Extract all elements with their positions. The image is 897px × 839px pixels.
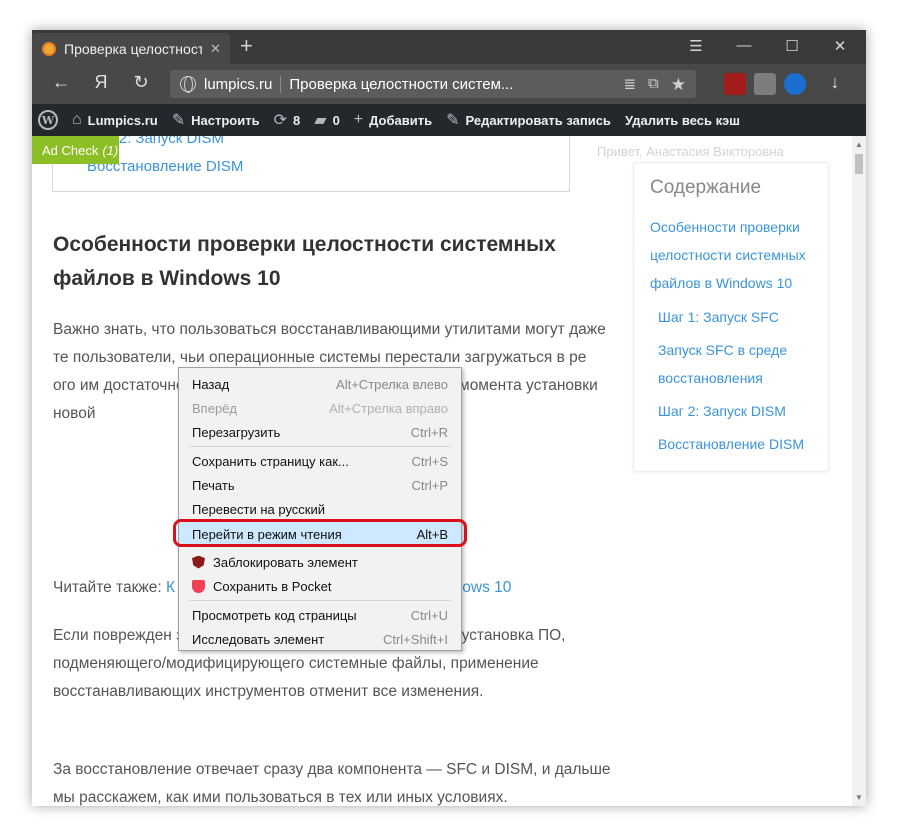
menu-item-print-label: Печать	[192, 477, 235, 493]
menu-item-reload-label: Перезагрузить	[192, 424, 281, 440]
menu-item-forward-label: Вперёд	[192, 400, 237, 416]
sidebar-toc-main-link[interactable]: Особенности проверки целостности системн…	[650, 213, 820, 297]
translate-icon[interactable]: ⧉	[648, 75, 659, 95]
page-scrollbar[interactable]: ▲ ▼	[852, 136, 866, 806]
navigation-bar: ← Я ↻ lumpics.ru Проверка целостности си…	[32, 64, 866, 104]
sidebar-toc: Содержание Особенности проверки целостно…	[633, 162, 829, 472]
menu-separator	[189, 446, 451, 447]
tab-title: Проверка целостности системных	[64, 40, 202, 57]
new-tab-button[interactable]: +	[240, 35, 253, 57]
wp-edit-link[interactable]: ✎ Редактировать запись	[446, 110, 611, 130]
updates-icon: ⟳	[273, 112, 288, 129]
ad-check-label: Ad Check	[42, 142, 99, 158]
menu-item-inspect-label: Исследовать элемент	[192, 631, 325, 647]
back-arrow-icon[interactable]: ←	[48, 72, 74, 93]
scroll-down-icon[interactable]: ▼	[855, 793, 863, 802]
menu-item-forward-shortcut: Alt+Стрелка вправо	[329, 400, 448, 416]
menu-item-save-pocket[interactable]: Сохранить в Pocket	[179, 574, 461, 598]
close-window-icon[interactable]: ✕	[828, 37, 852, 55]
highlight-annotation-ring	[173, 519, 467, 547]
wp-edit-label: Редактировать запись	[465, 112, 611, 128]
maximize-icon[interactable]: ☐	[780, 37, 804, 55]
active-tab[interactable]: Проверка целостности системных ✕	[32, 33, 230, 64]
vpn-extension-icon[interactable]	[784, 73, 806, 95]
menu-item-view-source-shortcut: Ctrl+U	[410, 607, 448, 623]
wp-updates-link[interactable]: ⟳ 8	[274, 110, 301, 130]
sidebar-toc-title: Содержание	[650, 177, 762, 198]
wordpress-logo-icon[interactable]: W	[38, 110, 58, 130]
menu-item-inspect[interactable]: Исследовать элемент Ctrl+Shift+I	[179, 627, 461, 651]
menu-item-block-label: Заблокировать элемент	[213, 554, 358, 570]
sidebar-toc-link-restore-dism[interactable]: Восстановление DISM	[658, 430, 818, 458]
bookmark-star-icon[interactable]: ★	[671, 75, 686, 95]
ad-check-count: (1)	[102, 142, 119, 158]
article-paragraph-4: За восстановление отвечает сразу два ком…	[53, 761, 611, 806]
wp-updates-count: 8	[293, 112, 301, 128]
home-icon: ⌂	[72, 111, 82, 128]
context-menu: Назад Alt+Стрелка влево Вперёд Alt+Стрелка…	[178, 367, 462, 651]
menu-item-save-label: Сохранить страницу как...	[192, 453, 349, 469]
menu-item-pocket-label: Сохранить в Pocket	[213, 578, 332, 594]
downloads-icon[interactable]: ↓	[822, 72, 848, 93]
plus-icon: +	[353, 111, 364, 128]
menu-item-reload[interactable]: Перезагрузить Ctrl+R	[179, 420, 461, 444]
address-bar[interactable]: lumpics.ru Проверка целостности систем..…	[170, 70, 696, 98]
address-page-title: Проверка целостности систем...	[289, 75, 514, 93]
sidebar-toc-link-sfc-recovery[interactable]: Запуск SFC в среде восстановления	[658, 336, 818, 392]
pocket-icon	[192, 579, 205, 593]
ad-check-badge[interactable]: Ad Check (1)	[32, 136, 119, 164]
menu-item-save-shortcut: Ctrl+S	[411, 453, 448, 469]
comment-icon: ▰	[314, 112, 327, 129]
sidebar-toc-link-dism[interactable]: Шаг 2: Запуск DISM	[658, 397, 818, 425]
globe-icon	[180, 76, 196, 93]
menu-item-back-shortcut: Alt+Стрелка влево	[336, 376, 448, 392]
pencil-icon: ✎	[446, 112, 460, 129]
menu-item-forward[interactable]: Вперёд Alt+Стрелка вправо	[179, 396, 461, 420]
reload-icon[interactable]: ↻	[128, 72, 154, 93]
ublock-extension-icon[interactable]	[724, 73, 746, 95]
menu-item-view-source-label: Просмотреть код страницы	[192, 607, 357, 623]
brush-icon: ✎	[171, 112, 186, 129]
menu-item-save-page[interactable]: Сохранить страницу как... Ctrl+S	[179, 449, 461, 473]
menu-item-reload-shortcut: Ctrl+R	[410, 424, 448, 440]
tab-close-icon[interactable]: ✕	[210, 41, 221, 57]
wp-add-label: Добавить	[369, 112, 433, 128]
read-also-link[interactable]: К	[166, 579, 175, 596]
article-heading: Особенности проверки целостности системн…	[53, 233, 556, 290]
wp-admin-bar: W ⌂ Lumpics.ru ✎ Настроить ⟳ 8 ▰ 0 + Добавить…	[32, 104, 866, 136]
menu-item-back-label: Назад	[192, 376, 230, 392]
menu-item-print-shortcut: Ctrl+P	[411, 477, 448, 493]
wp-site-link[interactable]: ⌂ Lumpics.ru	[72, 111, 158, 129]
site-favicon-icon	[42, 41, 56, 56]
read-also-prefix: Читайте также:	[53, 579, 166, 596]
lastpass-extension-icon[interactable]	[754, 73, 776, 95]
wp-comments-link[interactable]: ▰ 0	[314, 110, 340, 130]
wp-site-label: Lumpics.ru	[87, 112, 158, 128]
yandex-logo-icon[interactable]: Я	[88, 72, 114, 93]
menu-separator	[189, 600, 451, 601]
wp-comments-count: 0	[332, 112, 340, 128]
menu-item-block-element[interactable]: Заблокировать элемент	[179, 550, 461, 574]
greeting-text[interactable]: Привет, Анастасия Викторовна	[597, 144, 784, 159]
menu-item-back[interactable]: Назад Alt+Стрелка влево	[179, 372, 461, 396]
wp-customize-label: Настроить	[191, 112, 260, 128]
menu-item-view-source[interactable]: Просмотреть код страницы Ctrl+U	[179, 603, 461, 627]
wp-clear-cache-link[interactable]: Удалить весь кэш	[625, 113, 740, 128]
menu-item-translate[interactable]: Перевести на русский	[179, 497, 461, 521]
address-domain: lumpics.ru	[204, 75, 282, 93]
browser-menu-icon[interactable]: ☰	[684, 37, 708, 55]
wp-clear-cache-label: Удалить весь кэш	[624, 112, 740, 128]
menu-item-inspect-shortcut: Ctrl+Shift+I	[382, 631, 448, 647]
reader-mode-icon[interactable]: ≣	[623, 75, 636, 95]
sidebar-toc-link-sfc[interactable]: Шаг 1: Запуск SFC	[658, 303, 818, 331]
ublock-shield-icon	[192, 555, 205, 569]
minimize-icon[interactable]: —	[732, 37, 756, 54]
scroll-thumb[interactable]	[855, 154, 863, 174]
menu-item-print[interactable]: Печать Ctrl+P	[179, 473, 461, 497]
tab-bar: Проверка целостности системных ✕ + ☰ — ☐…	[32, 30, 866, 64]
menu-item-translate-label: Перевести на русский	[192, 501, 326, 517]
scroll-up-icon[interactable]: ▲	[855, 140, 863, 149]
wp-customize-link[interactable]: ✎ Настроить	[172, 110, 260, 130]
wp-add-link[interactable]: + Добавить	[354, 111, 432, 129]
